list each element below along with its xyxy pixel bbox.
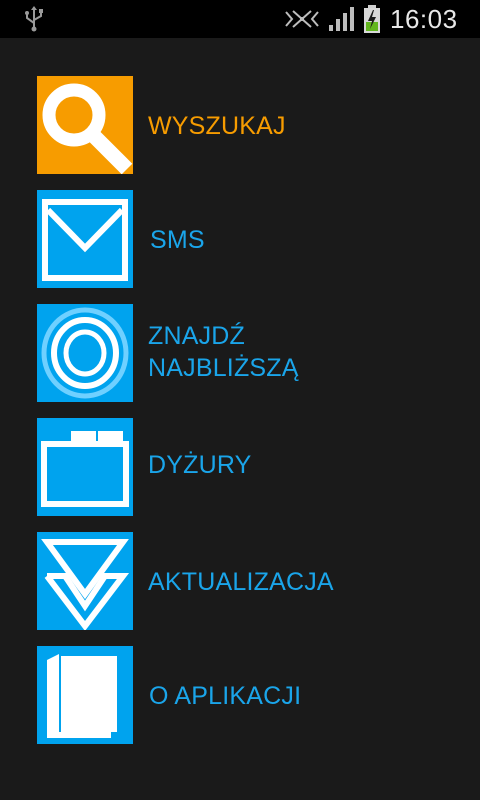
menu-label-search: WYSZUKAJ [148, 112, 286, 140]
envelope-icon [42, 199, 128, 281]
menu-label-about: O APLIKACJI [149, 682, 302, 710]
menu-label-find-nearest: ZNAJDŹ NAJBLIŻSZĄ [148, 322, 299, 382]
menu-item-about[interactable]: O APLIKACJI [37, 646, 457, 744]
pages-icon [47, 654, 117, 738]
menu-item-update[interactable]: AKTUALIZACJA [37, 532, 457, 630]
menu-item-find-nearest[interactable]: ZNAJDŹ NAJBLIŻSZĄ [37, 304, 457, 402]
menu-item-duty[interactable]: DYŻURY [37, 418, 457, 516]
menu-label-sms: SMS [150, 226, 205, 254]
usb-icon [25, 6, 43, 32]
menu-item-sms[interactable]: SMS [37, 190, 457, 288]
status-time: 16:03 [390, 4, 458, 34]
battery-charging-icon [364, 5, 380, 33]
status-bar: 16:03 [0, 0, 480, 38]
search-tile[interactable] [37, 76, 133, 174]
menu-label-duty: DYŻURY [148, 451, 252, 479]
calendar-folder-icon [41, 431, 129, 507]
target-icon [41, 307, 129, 399]
download-arrow-icon [41, 539, 130, 630]
find-nearest-tile[interactable] [37, 304, 133, 402]
no-sim-icon [285, 10, 319, 28]
sms-tile[interactable] [37, 190, 133, 288]
menu-item-search[interactable]: WYSZUKAJ [37, 76, 457, 174]
magnifier-icon [42, 83, 133, 174]
menu-label-update: AKTUALIZACJA [148, 568, 334, 596]
duty-tile[interactable] [37, 418, 133, 516]
about-tile[interactable] [37, 646, 133, 744]
update-tile[interactable] [37, 532, 133, 630]
signal-icon [329, 7, 354, 31]
